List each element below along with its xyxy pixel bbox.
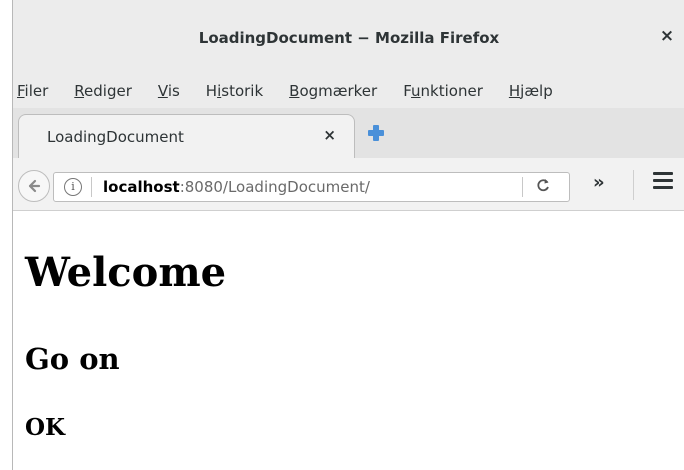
- title-bar: LoadingDocument − Mozilla Firefox ×: [13, 0, 684, 75]
- back-arrow-icon[interactable]: [18, 170, 50, 202]
- menu-vis[interactable]: Vis: [158, 82, 180, 100]
- menu-filer[interactable]: Filer: [17, 82, 48, 100]
- menu-rediger[interactable]: Rediger: [74, 82, 132, 100]
- page-subheading-ok: OK: [25, 414, 66, 441]
- plus-icon[interactable]: [365, 122, 387, 144]
- page-subheading-go-on: Go on: [25, 342, 120, 376]
- url-host: localhost: [103, 178, 180, 196]
- tab-label: LoadingDocument: [47, 128, 184, 146]
- reload-separator: [522, 177, 523, 197]
- window-close-button[interactable]: ×: [657, 26, 677, 46]
- tab-loadingdocument[interactable]: LoadingDocument ×: [18, 114, 355, 159]
- tab-close-icon[interactable]: ×: [323, 126, 336, 144]
- menu-hjaelp[interactable]: Hjælp: [509, 82, 553, 100]
- menu-funktioner[interactable]: Funktioner: [403, 82, 483, 100]
- menu-bar: Filer Rediger Vis Historik Bogmærker Fun…: [13, 74, 684, 108]
- navigation-bar: i localhost:8080/LoadingDocument/ »: [13, 158, 684, 211]
- menu-historik[interactable]: Historik: [206, 82, 263, 100]
- url-text[interactable]: localhost:8080/LoadingDocument/: [103, 178, 370, 196]
- page-heading-welcome: Welcome: [25, 249, 227, 296]
- url-path: :8080/LoadingDocument/: [179, 178, 370, 196]
- window-title: LoadingDocument − Mozilla Firefox: [198, 29, 500, 47]
- menu-bogmaerker[interactable]: Bogmærker: [289, 82, 377, 100]
- toolbar-separator: [633, 170, 634, 200]
- browser-window: LoadingDocument − Mozilla Firefox × File…: [12, 0, 684, 470]
- tab-bar: LoadingDocument ×: [13, 108, 684, 159]
- reload-icon[interactable]: [535, 177, 551, 197]
- url-bar[interactable]: i localhost:8080/LoadingDocument/: [53, 172, 570, 202]
- url-separator: [91, 177, 92, 197]
- page-content: Welcome Go on OK: [13, 211, 684, 470]
- hamburger-menu-icon[interactable]: [653, 172, 673, 193]
- overflow-chevron-icon[interactable]: »: [593, 172, 605, 193]
- info-icon[interactable]: i: [64, 178, 82, 196]
